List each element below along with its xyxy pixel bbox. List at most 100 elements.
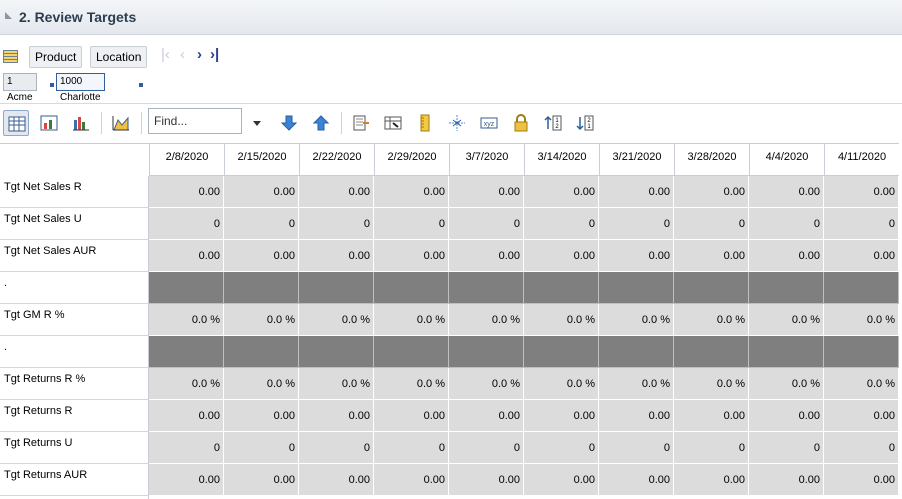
data-cell[interactable]: 0 [449,208,524,240]
data-cell[interactable]: 0.0 % [824,304,899,336]
data-cell[interactable]: 0.00 [599,400,674,432]
data-cell[interactable]: 0.00 [224,464,299,496]
bar-chart-icon[interactable] [68,110,94,136]
data-cell[interactable]: 0.0 % [449,368,524,400]
data-cell[interactable]: 0.00 [674,400,749,432]
data-cell[interactable]: 0 [299,208,374,240]
area-chart-icon[interactable] [108,110,134,136]
column-header[interactable]: 2/29/2020 [374,143,449,176]
column-header[interactable]: 3/28/2020 [674,143,749,176]
data-cell[interactable]: 0.00 [674,176,749,208]
data-cell[interactable]: 0.0 % [149,304,224,336]
collapse-icon[interactable] [444,110,470,136]
data-cell[interactable]: 0.00 [824,176,899,208]
data-cell[interactable]: 0.0 % [524,304,599,336]
data-cell[interactable]: 0.0 % [224,368,299,400]
find-input[interactable]: Find... [148,108,242,134]
data-cell[interactable]: 0.00 [524,176,599,208]
data-cell[interactable]: 0.00 [149,464,224,496]
data-cell[interactable]: 0.00 [524,240,599,272]
data-cell[interactable]: 0 [749,208,824,240]
data-cell[interactable]: 0 [449,432,524,464]
data-cell[interactable]: 0.00 [749,464,824,496]
data-cell[interactable]: 0.00 [374,464,449,496]
chart-grid-icon[interactable] [36,110,62,136]
data-cell[interactable]: 0.00 [824,400,899,432]
data-cell[interactable]: 0.00 [749,176,824,208]
table-icon[interactable] [3,50,18,63]
column-header[interactable]: 3/21/2020 [599,143,674,176]
product-dimension-button[interactable]: Product [29,46,83,68]
data-cell[interactable]: 0.0 % [224,304,299,336]
column-select-icon[interactable] [380,110,406,136]
data-cell[interactable]: 0.00 [299,464,374,496]
data-cell[interactable]: 0.00 [674,240,749,272]
xyz-icon[interactable]: xyz [476,110,502,136]
column-header[interactable]: 2/22/2020 [299,143,374,176]
data-cell[interactable]: 0.00 [824,240,899,272]
arrow-up-icon[interactable] [308,110,334,136]
data-cell[interactable]: 0.00 [599,464,674,496]
data-cell[interactable]: 0 [749,432,824,464]
breadcrumb-item[interactable]: 1 Acme [3,73,37,103]
data-cell[interactable]: 0.00 [449,400,524,432]
column-header[interactable]: 2/8/2020 [149,143,224,176]
ruler-icon[interactable] [412,110,438,136]
breadcrumb-item-selected[interactable]: 1000 Charlotte [56,73,105,103]
data-cell[interactable]: 0.00 [299,176,374,208]
sort-ascending-icon[interactable]: 12 [540,110,566,136]
lock-icon[interactable] [508,110,534,136]
column-header[interactable]: 2/15/2020 [224,143,299,176]
data-cell[interactable]: 0.00 [524,400,599,432]
data-cell[interactable]: 0.00 [449,240,524,272]
data-cell[interactable]: 0.0 % [449,304,524,336]
arrow-down-icon[interactable] [276,110,302,136]
data-cell[interactable]: 0.0 % [749,304,824,336]
data-cell[interactable]: 0.00 [599,240,674,272]
data-cell[interactable]: 0 [524,208,599,240]
data-cell[interactable]: 0 [224,432,299,464]
data-cell[interactable]: 0.00 [749,240,824,272]
data-cell[interactable]: 0 [599,432,674,464]
collapse-triangle-icon[interactable] [5,12,12,19]
data-cell[interactable]: 0.0 % [299,368,374,400]
data-cell[interactable]: 0 [599,208,674,240]
data-cell[interactable]: 0.0 % [524,368,599,400]
data-cell[interactable]: 0 [299,432,374,464]
data-cell[interactable]: 0.00 [149,176,224,208]
data-cell[interactable]: 0.00 [149,400,224,432]
data-cell[interactable]: 0.0 % [374,304,449,336]
data-cell[interactable]: 0.0 % [599,304,674,336]
data-cell[interactable]: 0.00 [449,464,524,496]
dropdown-arrow-icon[interactable] [244,110,270,136]
data-cell[interactable]: 0 [374,208,449,240]
data-cell[interactable]: 0.0 % [674,368,749,400]
data-cell[interactable]: 0 [674,208,749,240]
data-cell[interactable]: 0.00 [149,240,224,272]
data-cell[interactable]: 0.00 [374,400,449,432]
column-header[interactable]: 4/4/2020 [749,143,824,176]
data-cell[interactable]: 0.00 [374,240,449,272]
location-dimension-button[interactable]: Location [90,46,148,68]
data-cell[interactable]: 0.00 [599,176,674,208]
data-cell[interactable]: 0.00 [824,464,899,496]
data-cell[interactable]: 0 [224,208,299,240]
data-cell[interactable]: 0 [674,432,749,464]
data-cell[interactable]: 0.00 [449,176,524,208]
data-cell[interactable]: 0.00 [224,240,299,272]
data-cell[interactable]: 0.0 % [149,368,224,400]
data-cell[interactable]: 0 [149,432,224,464]
data-cell[interactable]: 0 [824,208,899,240]
last-page-icon[interactable]: ›| [210,45,219,65]
data-cell[interactable]: 0.00 [224,176,299,208]
data-cell[interactable]: 0 [149,208,224,240]
data-cell[interactable]: 0.0 % [749,368,824,400]
data-cell[interactable]: 0.00 [299,240,374,272]
data-cell[interactable]: 0.00 [299,400,374,432]
data-cell[interactable]: 0 [824,432,899,464]
grid-view-icon[interactable] [3,110,29,136]
column-header[interactable]: 4/11/2020 [824,143,899,176]
data-cell[interactable]: 0.00 [524,464,599,496]
data-cell[interactable]: 0.00 [374,176,449,208]
data-cell[interactable]: 0.0 % [374,368,449,400]
